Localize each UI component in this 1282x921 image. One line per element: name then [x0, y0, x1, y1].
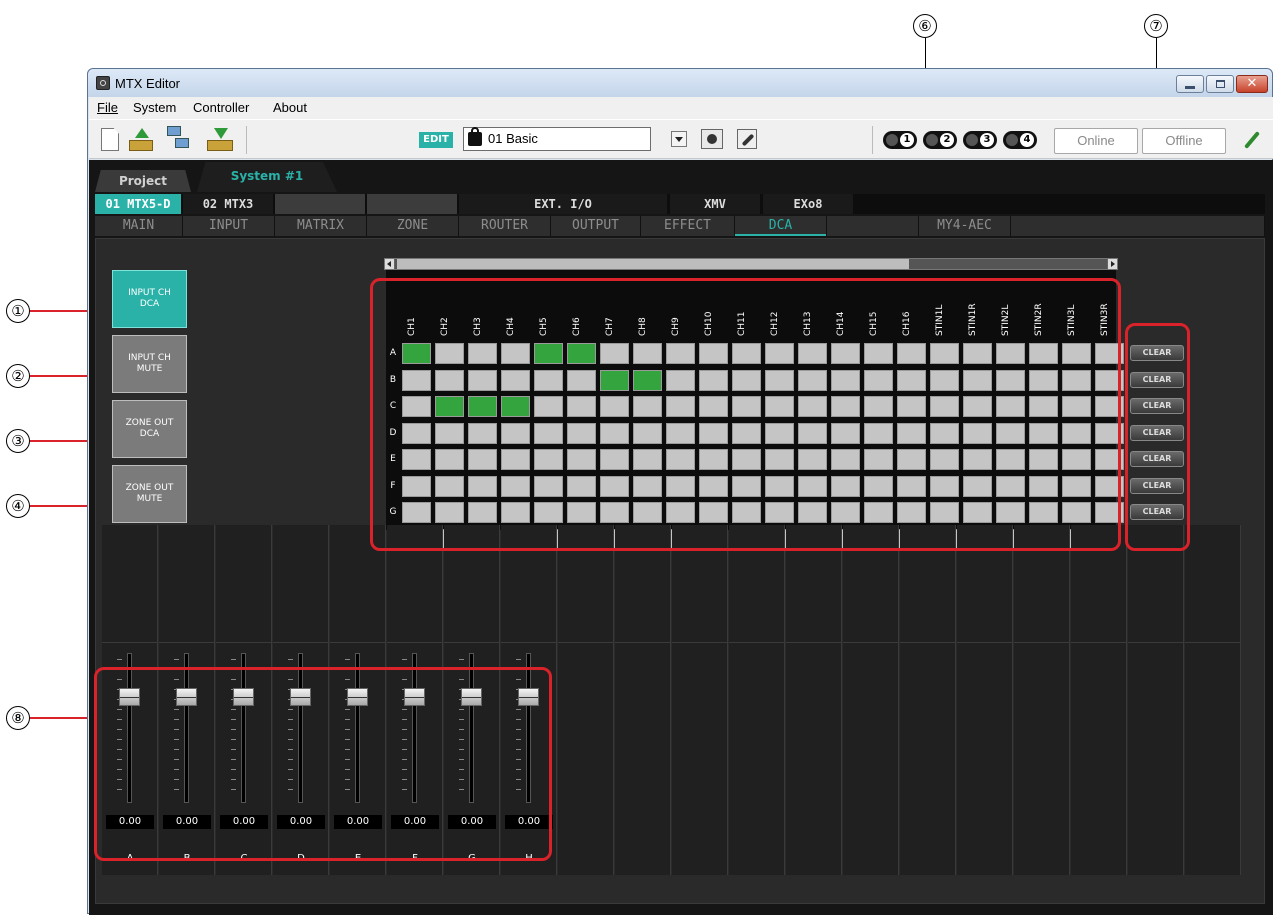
lock-icon — [468, 127, 482, 146]
channel-strip — [900, 525, 956, 875]
menu-system[interactable]: System — [133, 100, 176, 115]
zone-out-mute-button[interactable]: ZONE OUT MUTE — [112, 465, 187, 523]
input-ch-dca-button[interactable]: INPUT CH DCA — [112, 270, 187, 328]
matrix-scrollbar[interactable] — [384, 258, 1118, 270]
channel-strip — [558, 525, 614, 875]
device-tab-empty-1[interactable] — [275, 194, 365, 214]
channel-strip — [1128, 525, 1184, 875]
close-button[interactable]: ✕ — [1236, 75, 1268, 93]
chevron-down-icon — [675, 137, 683, 142]
toolbar-separator — [246, 126, 247, 154]
channel-strip — [1185, 525, 1241, 875]
minimize-button[interactable] — [1176, 75, 1204, 93]
zone-out-dca-button[interactable]: ZONE OUT DCA — [112, 400, 187, 458]
preset-dropdown-button[interactable] — [671, 131, 687, 147]
tab-main[interactable]: MAIN — [95, 216, 183, 236]
menu-about[interactable]: About — [273, 100, 307, 115]
tab-output[interactable]: OUTPUT — [551, 216, 641, 236]
channel-strip — [672, 525, 728, 875]
led-1[interactable]: 1 — [883, 131, 917, 149]
scroll-right-arrow[interactable] — [1107, 259, 1117, 269]
tab-project[interactable]: Project — [95, 170, 191, 192]
device-tab-mtx3[interactable]: 02 MTX3 — [183, 194, 273, 214]
menu-file[interactable]: File — [97, 100, 118, 115]
tab-my4-aec[interactable]: MY4-AEC — [919, 216, 1011, 236]
preset-selector[interactable]: 01 Basic — [463, 127, 651, 151]
callout-1: ① — [6, 299, 30, 323]
highlight-faders — [94, 667, 552, 861]
device-tab-exo8[interactable]: EXo8 — [763, 194, 853, 214]
menu-bar: File System Controller About — [89, 97, 1273, 119]
title-bar: MTX Editor ✕ — [88, 69, 1272, 97]
window-title: MTX Editor — [115, 76, 181, 91]
function-tab-bar: MAIN INPUT MATRIX ZONE ROUTER OUTPUT EFF… — [95, 216, 1265, 236]
led-2[interactable]: 2 — [923, 131, 957, 149]
open-file-icon[interactable] — [129, 128, 155, 152]
tab-matrix[interactable]: MATRIX — [275, 216, 367, 236]
channel-strip — [957, 525, 1013, 875]
callout-4: ④ — [6, 494, 30, 518]
tab-zone[interactable]: ZONE — [367, 216, 459, 236]
callout-6: ⑥ — [913, 14, 937, 38]
connection-icon[interactable] — [1239, 128, 1263, 152]
led-4[interactable]: 4 — [1003, 131, 1037, 149]
callout-7: ⑦ — [1144, 14, 1168, 38]
tab-blank — [1011, 216, 1265, 236]
device-tab-mtx5d[interactable]: 01 MTX5-D — [95, 194, 181, 214]
link-icon[interactable] — [737, 129, 757, 149]
scroll-left-arrow[interactable] — [385, 259, 395, 269]
tab-effect[interactable]: EFFECT — [641, 216, 735, 236]
online-button[interactable]: Online — [1054, 128, 1138, 154]
edit-mode-badge[interactable]: EDIT — [419, 132, 453, 148]
toolbar: EDIT 01 Basic 1 2 3 4 Online Offline — [89, 119, 1273, 159]
channel-strip — [1071, 525, 1127, 875]
device-tab-ext-io[interactable]: EXT. I/O — [459, 194, 667, 214]
tab-dca[interactable]: DCA — [735, 216, 827, 236]
device-tab-empty-2[interactable] — [367, 194, 457, 214]
close-icon: ✕ — [1246, 76, 1258, 91]
tab-empty[interactable] — [827, 216, 919, 236]
highlight-clear — [1125, 323, 1190, 551]
scroll-thumb[interactable] — [397, 259, 909, 269]
channel-strip — [615, 525, 671, 875]
tab-input[interactable]: INPUT — [183, 216, 275, 236]
callout-2: ② — [6, 364, 30, 388]
channel-strip — [843, 525, 899, 875]
tab-router[interactable]: ROUTER — [459, 216, 551, 236]
highlight-matrix — [370, 278, 1121, 551]
preset-name: 01 Basic — [488, 131, 538, 146]
new-file-icon[interactable] — [101, 128, 119, 151]
input-ch-mute-button[interactable]: INPUT CH MUTE — [112, 335, 187, 393]
channel-strip — [1014, 525, 1070, 875]
offline-button[interactable]: Offline — [1142, 128, 1226, 154]
camera-icon[interactable] — [701, 129, 723, 149]
channel-strip — [729, 525, 785, 875]
mtx-app-icon — [96, 76, 110, 90]
channel-strip — [786, 525, 842, 875]
toolbar-separator-2 — [872, 126, 873, 154]
menu-controller[interactable]: Controller — [193, 100, 249, 115]
callout-8: ⑧ — [6, 706, 30, 730]
led-3[interactable]: 3 — [963, 131, 997, 149]
network-device-icon[interactable] — [165, 126, 191, 152]
maximize-button[interactable] — [1206, 75, 1234, 93]
save-file-icon[interactable] — [207, 128, 235, 152]
callout-3: ③ — [6, 429, 30, 453]
device-led-group: 1 2 3 4 — [883, 131, 1043, 149]
device-tab-xmv[interactable]: XMV — [670, 194, 760, 214]
tab-system[interactable]: System #1 — [197, 162, 337, 192]
device-bar: 01 MTX5-D 02 MTX3 EXT. I/O XMV EXo8 — [95, 194, 1265, 214]
